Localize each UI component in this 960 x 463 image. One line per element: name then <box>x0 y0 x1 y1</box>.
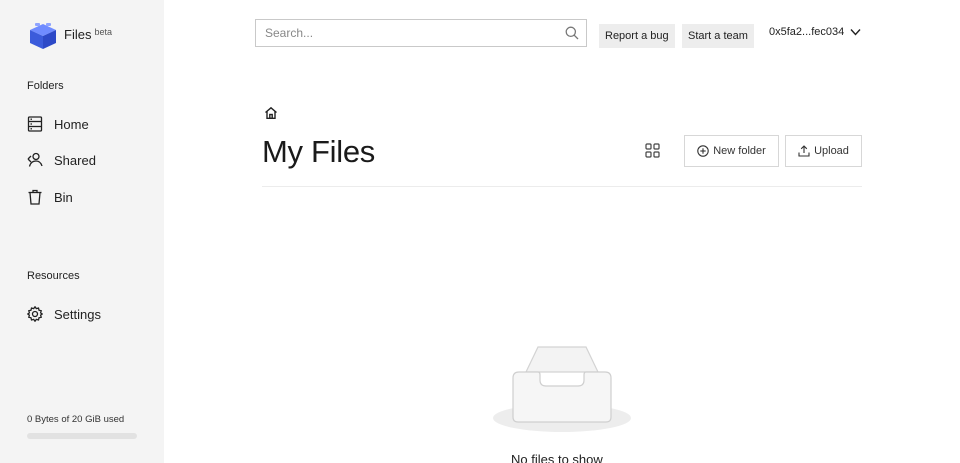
new-folder-label: New folder <box>713 145 766 157</box>
chevron-down-icon <box>850 29 861 36</box>
start-team-button[interactable]: Start a team <box>682 24 754 48</box>
gear-icon <box>27 306 43 322</box>
report-bug-button[interactable]: Report a bug <box>599 24 675 48</box>
sidebar: Files beta Folders Home Shared Bin Resour… <box>0 0 164 463</box>
brand-name: Files beta <box>64 27 112 42</box>
search-box <box>255 19 587 47</box>
new-folder-button[interactable]: New folder <box>684 135 779 167</box>
upload-label: Upload <box>814 145 849 157</box>
page-title: My Files <box>262 134 375 169</box>
account-menu[interactable]: 0x5fa2...fec034 <box>769 26 861 38</box>
sidebar-item-settings[interactable]: Settings <box>27 304 101 324</box>
home-drive-icon <box>27 116 43 132</box>
empty-state-text: No files to show <box>511 452 603 463</box>
breadcrumb-home-icon[interactable] <box>264 106 278 120</box>
storage-usage-text: 0 Bytes of 20 GiB used <box>27 414 125 425</box>
empty-inbox-icon <box>493 346 631 432</box>
sidebar-item-bin[interactable]: Bin <box>27 187 73 207</box>
sidebar-item-label: Bin <box>54 189 73 205</box>
grid-view-icon[interactable] <box>645 143 660 158</box>
plus-circle-icon <box>697 145 709 157</box>
trash-icon <box>28 189 42 205</box>
storage-usage-bar <box>27 433 137 439</box>
upload-icon <box>798 145 810 157</box>
upload-button[interactable]: Upload <box>785 135 862 167</box>
shared-users-icon <box>27 152 43 167</box>
search-icon[interactable] <box>558 26 586 40</box>
title-divider <box>262 186 862 187</box>
folders-heading: Folders <box>27 80 64 92</box>
search-input[interactable] <box>256 20 558 46</box>
account-address: 0x5fa2...fec034 <box>769 26 845 38</box>
sidebar-item-label: Shared <box>54 152 96 168</box>
sidebar-item-home[interactable]: Home <box>27 114 89 134</box>
brand[interactable]: Files beta <box>27 19 112 51</box>
beta-badge: beta <box>94 27 112 37</box>
resources-heading: Resources <box>27 270 80 282</box>
sidebar-item-label: Settings <box>54 306 101 322</box>
sidebar-item-shared[interactable]: Shared <box>27 150 96 170</box>
sidebar-item-label: Home <box>54 116 89 132</box>
cube-logo-icon <box>30 23 56 49</box>
